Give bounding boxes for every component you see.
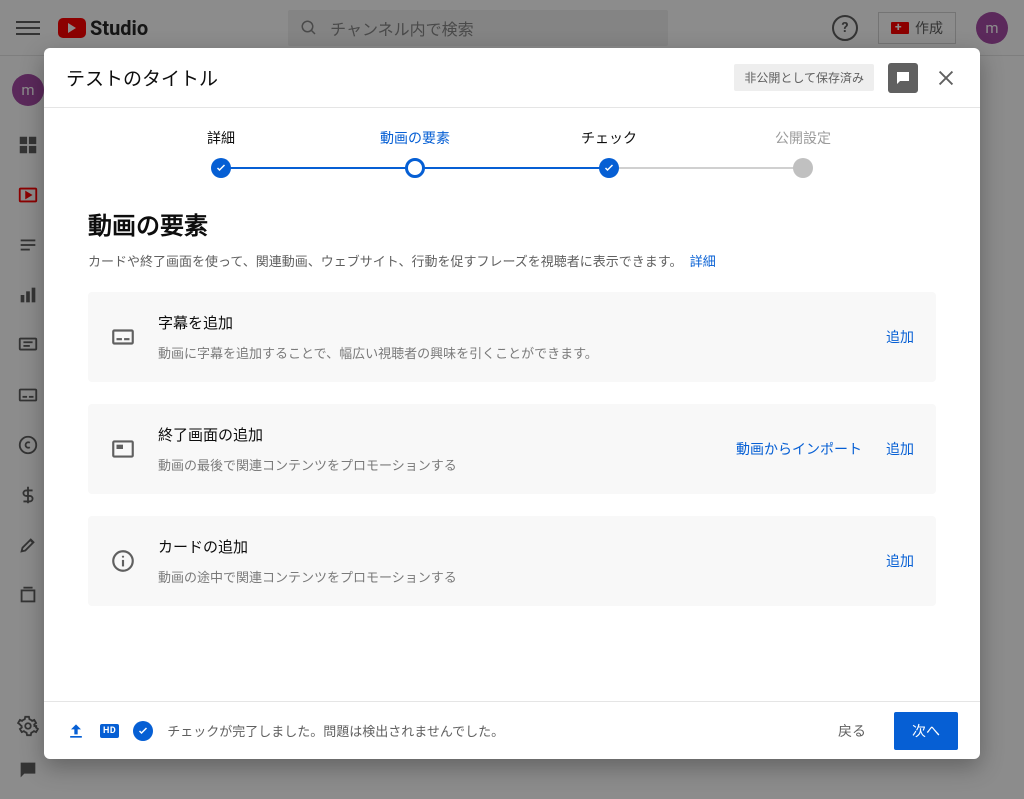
step-label: 動画の要素 [318, 128, 512, 148]
add-cards-button[interactable]: 追加 [886, 551, 914, 571]
dialog-title: テストのタイトル [66, 64, 218, 91]
dialog-body: 動画の要素 カードや終了画面を使って、関連動画、ウェブサイト、行動を促すフレーズ… [44, 186, 980, 701]
next-button[interactable]: 次へ [894, 712, 958, 750]
upload-complete-icon [66, 721, 86, 741]
checks-complete-icon [133, 721, 153, 741]
learn-more-link[interactable]: 詳細 [690, 255, 716, 270]
step-label: 公開設定 [706, 128, 900, 148]
stepper: 詳細 動画の要素 チェック 公開設定 [44, 108, 980, 186]
close-icon [935, 67, 957, 89]
dialog-footer: HD チェックが完了しました。問題は検出されませんでした。 戻る 次へ [44, 701, 980, 759]
add-subtitles-button[interactable]: 追加 [886, 327, 914, 347]
step-elements[interactable]: 動画の要素 [318, 128, 512, 158]
step-label: 詳細 [124, 128, 318, 148]
info-icon [110, 548, 136, 574]
close-button[interactable] [932, 64, 960, 92]
dialog-header: テストのタイトル 非公開として保存済み [44, 48, 980, 108]
step-label: チェック [512, 128, 706, 148]
footer-status: チェックが完了しました。問題は検出されませんでした。 [167, 721, 504, 740]
card-description: 動画の途中で関連コンテンツをプロモーションする [158, 567, 864, 586]
card-title: 字幕を追加 [158, 312, 864, 333]
step-dot-pending-icon [793, 158, 813, 178]
subtitles-icon [110, 324, 136, 350]
card-description: 動画の最後で関連コンテンツをプロモーションする [158, 455, 714, 474]
step-dot-done-icon [211, 158, 231, 178]
step-details[interactable]: 詳細 [124, 128, 318, 158]
add-end-screen-button[interactable]: 追加 [886, 439, 914, 459]
send-feedback-button[interactable] [888, 63, 918, 93]
back-button[interactable]: 戻る [824, 713, 880, 749]
subtitles-card: 字幕を追加 動画に字幕を追加することで、幅広い視聴者の興味を引くことができます。… [88, 292, 936, 382]
section-title: 動画の要素 [88, 206, 936, 241]
step-visibility[interactable]: 公開設定 [706, 128, 900, 158]
section-description: カードや終了画面を使って、関連動画、ウェブサイト、行動を促すフレーズを視聴者に表… [88, 251, 936, 270]
step-dot-current-icon [405, 158, 425, 178]
end-screen-card: 終了画面の追加 動画の最後で関連コンテンツをプロモーションする 動画からインポー… [88, 404, 936, 494]
import-from-video-button[interactable]: 動画からインポート [736, 439, 862, 459]
card-title: 終了画面の追加 [158, 424, 714, 445]
card-title: カードの追加 [158, 536, 864, 557]
hd-badge: HD [100, 724, 119, 738]
card-description: 動画に字幕を追加することで、幅広い視聴者の興味を引くことができます。 [158, 343, 864, 362]
info-cards-card: カードの追加 動画の途中で関連コンテンツをプロモーションする 追加 [88, 516, 936, 606]
step-dot-done-icon [599, 158, 619, 178]
end-screen-icon [110, 436, 136, 462]
save-status-badge: 非公開として保存済み [734, 64, 874, 91]
upload-dialog: テストのタイトル 非公開として保存済み 詳細 動画の要素 チェック 公開設定 [44, 48, 980, 759]
step-checks[interactable]: チェック [512, 128, 706, 158]
